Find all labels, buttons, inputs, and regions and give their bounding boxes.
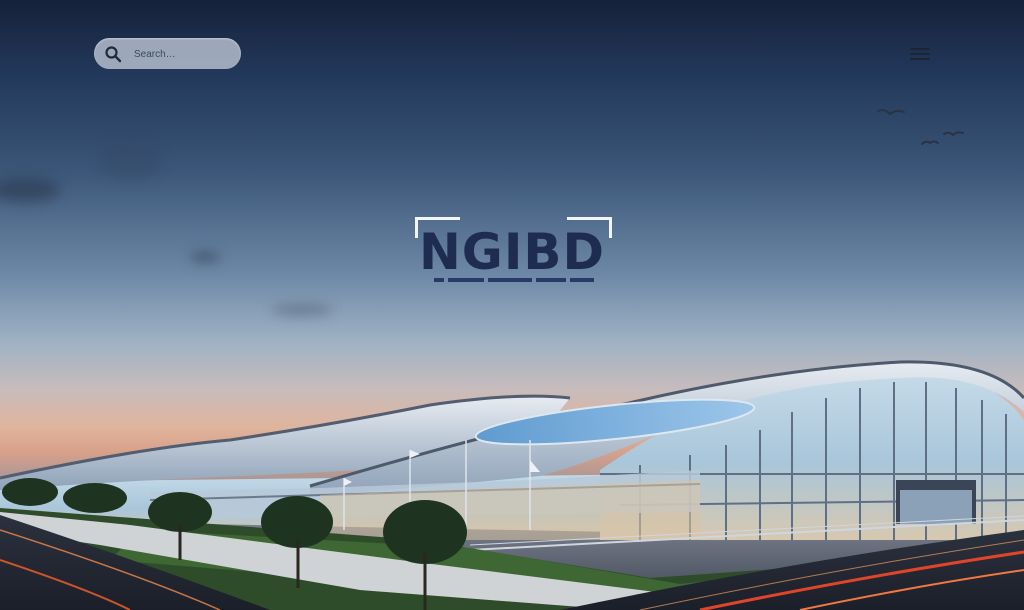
menu-line (910, 48, 930, 50)
birds (877, 109, 964, 145)
hamburger-menu-icon[interactable] (908, 46, 932, 66)
search-input[interactable] (132, 44, 234, 65)
terminal-scene (0, 109, 1024, 610)
hero-logo: NGIBD (412, 215, 612, 295)
search-icon (105, 46, 122, 63)
menu-line (910, 58, 930, 60)
hero-background (0, 0, 1024, 610)
logo-text: NGIBD (418, 223, 606, 281)
menu-line (910, 53, 930, 55)
search-bar[interactable] (94, 38, 241, 69)
tagline-marks (434, 278, 594, 282)
logo-tagline (412, 277, 612, 285)
